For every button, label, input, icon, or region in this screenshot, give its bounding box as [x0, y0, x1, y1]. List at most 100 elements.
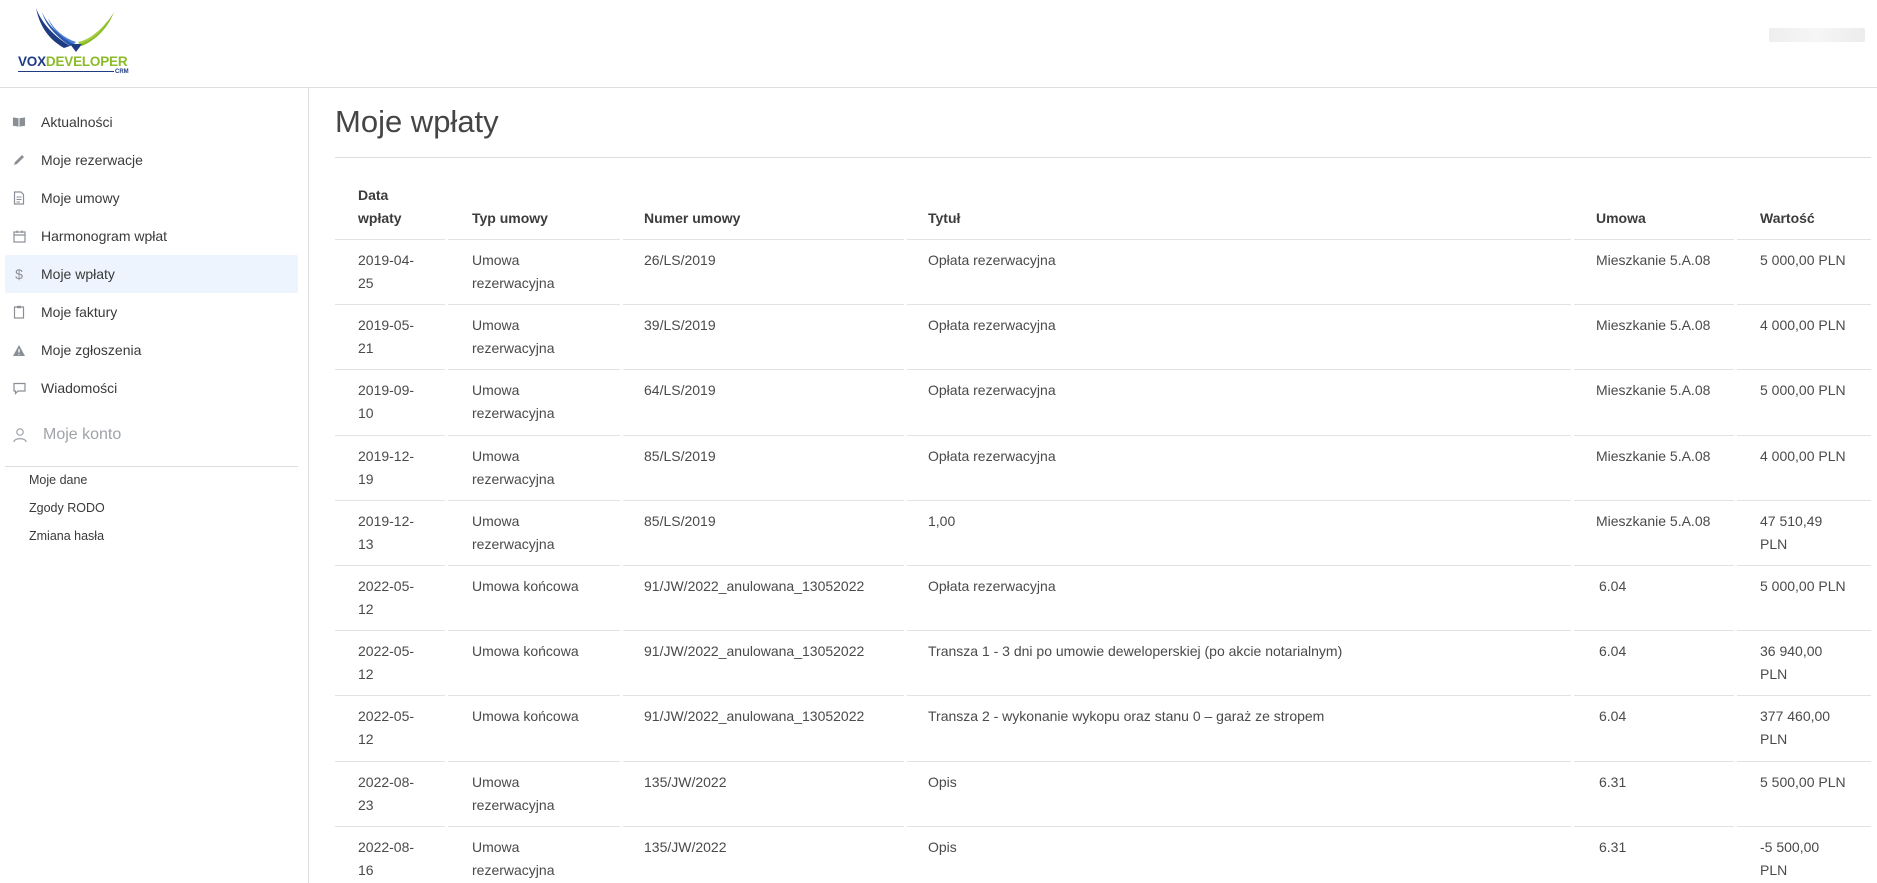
sidebar-item-moje-rezerwacje[interactable]: Moje rezerwacje	[5, 141, 298, 179]
cell-date: 2022-08- 23	[358, 771, 414, 817]
cell-date-line: 12	[358, 666, 374, 683]
row-divider	[448, 760, 620, 762]
cell-contract-type: Umowa rezerwacyjna	[472, 379, 554, 425]
cell-contract-number: 26/LS/2019	[644, 249, 716, 272]
cell-contract-type-line: rezerwacyjna	[472, 405, 555, 422]
cell-contract-type: Umowa końcowa	[472, 575, 579, 598]
cell-date: 2022-08- 16	[358, 836, 414, 882]
header-title[interactable]: Tytuł	[928, 207, 960, 230]
row-divider	[1574, 630, 1734, 632]
sidebar-item-zgody-rodo[interactable]: Zgody RODO	[29, 501, 105, 515]
row-divider	[335, 760, 445, 762]
header-date-line2: wpłaty	[358, 210, 402, 226]
row-divider	[623, 499, 904, 501]
cell-contract: Mieszkanie 5.A.08	[1596, 510, 1710, 533]
cell-contract-number-line: 85/LS/2019	[644, 512, 716, 529]
cell-date: 2019-12- 19	[358, 445, 414, 491]
cell-contract-number-line: 135/JW/2022	[644, 838, 727, 855]
cell-title: Opłata rezerwacyjna	[928, 249, 1056, 272]
cell-contract-line: 6.04	[1599, 708, 1627, 725]
sidebar-item-moje-dane[interactable]: Moje dane	[29, 473, 87, 487]
logo-crm-label: CRM	[115, 69, 129, 75]
cell-date-line: 2022-05-	[358, 708, 415, 725]
sidebar-item-label: Moje zgłoszenia	[41, 342, 142, 358]
sidebar-item-wiadomosci[interactable]: Wiadomości	[5, 369, 298, 407]
cell-contract-line: Mieszkanie 5.A.08	[1596, 317, 1711, 334]
cell-contract-number-line: 91/JW/2022_anulowana_13052022	[644, 708, 865, 725]
cell-contract-number: 91/JW/2022_anulowana_13052022	[644, 705, 864, 728]
cell-contract: Mieszkanie 5.A.08	[1596, 379, 1710, 402]
cell-contract: 6.04	[1599, 575, 1626, 598]
header-value[interactable]: Wartość	[1760, 207, 1815, 230]
header-date[interactable]: Data wpłaty	[358, 184, 402, 230]
cell-title-line: Transza 2 - wykonanie wykopu oraz stanu …	[928, 708, 1325, 725]
header-contract[interactable]: Umowa	[1596, 207, 1646, 230]
voxdeveloper-logo[interactable]: VOXDEVELOPER CRM	[18, 6, 138, 78]
row-divider	[335, 825, 445, 827]
cell-value-line: PLN	[1760, 731, 1788, 748]
cell-value: 5 000,00 PLN	[1760, 249, 1846, 272]
user-icon	[12, 427, 28, 443]
header-contract-number[interactable]: Numer umowy	[644, 207, 740, 230]
cell-contract-type: Umowa rezerwacyjna	[472, 510, 554, 556]
cell-value: 36 940,00 PLN	[1760, 640, 1822, 686]
calendar-icon	[12, 229, 26, 243]
cell-contract-type: Umowa rezerwacyjna	[472, 445, 554, 491]
cell-value-line: 36 940,00	[1760, 643, 1823, 660]
header-contract-type[interactable]: Typ umowy	[472, 207, 548, 230]
cell-value-line: 5 000,00 PLN	[1760, 578, 1846, 594]
cell-contract-line: 6.04	[1599, 578, 1627, 594]
divider	[5, 466, 298, 467]
row-divider	[1574, 760, 1734, 762]
cell-title: Transza 2 - wykonanie wykopu oraz stanu …	[928, 705, 1324, 728]
row-divider	[1737, 825, 1871, 827]
cell-title: 1,00	[928, 510, 955, 533]
row-divider	[1574, 695, 1734, 697]
cell-title: Opis	[928, 836, 957, 859]
row-divider	[1737, 369, 1871, 371]
cell-date: 2019-05- 21	[358, 314, 414, 360]
cell-contract-line: Mieszkanie 5.A.08	[1596, 252, 1711, 268]
cell-contract-number: 39/LS/2019	[644, 314, 716, 337]
sidebar-item-label: Harmonogram wpłat	[41, 228, 168, 244]
row-divider	[335, 695, 445, 697]
cell-value: 5 000,00 PLN	[1760, 575, 1846, 598]
sidebar-item-zmiana-hasla[interactable]: Zmiana hasła	[29, 529, 104, 543]
cell-contract-type-line: rezerwacyjna	[472, 796, 555, 813]
cell-contract-number: 135/JW/2022	[644, 836, 727, 859]
cell-contract-number: 91/JW/2022_anulowana_13052022	[644, 575, 864, 598]
sidebar-item-moje-wplaty[interactable]: $ Moje wpłaty	[5, 255, 298, 293]
row-divider	[1737, 304, 1871, 306]
cell-contract-number-line: 91/JW/2022_anulowana_13052022	[644, 643, 865, 660]
cell-date-line: 12	[358, 731, 374, 748]
sidebar-item-moje-faktury[interactable]: Moje faktury	[5, 293, 298, 331]
cell-value: 4 000,00 PLN	[1760, 445, 1846, 468]
row-divider	[1574, 369, 1734, 371]
cell-contract-number-line: 64/LS/2019	[644, 382, 716, 399]
cell-contract: 6.04	[1599, 640, 1626, 663]
cell-date-line: 21	[358, 340, 374, 357]
top-bar: VOXDEVELOPER CRM	[0, 0, 1877, 88]
row-divider	[907, 760, 1571, 762]
row-divider	[448, 434, 620, 436]
row-divider	[1737, 434, 1871, 436]
sidebar-item-aktualnosci[interactable]: Aktualności	[5, 103, 298, 141]
row-divider	[335, 565, 445, 566]
cell-contract: 6.04	[1599, 705, 1626, 728]
user-menu[interactable]	[1769, 28, 1865, 42]
cell-value: 377 460,00 PLN	[1760, 705, 1830, 751]
cell-title: Opis	[928, 771, 957, 794]
cell-contract-type-line: rezerwacyjna	[472, 275, 555, 291]
cell-contract: 6.31	[1599, 771, 1626, 794]
sidebar-item-moje-umowy[interactable]: Moje umowy	[5, 179, 298, 217]
row-divider	[1737, 760, 1871, 762]
cell-contract-type: Umowa rezerwacyjna	[472, 771, 554, 817]
cell-value-line: -5 500,00	[1760, 838, 1820, 855]
cell-date-line: 10	[358, 405, 374, 422]
sidebar-item-moje-zgloszenia[interactable]: Moje zgłoszenia	[5, 331, 298, 369]
account-section-header[interactable]: Moje konto	[5, 418, 298, 452]
title-divider	[335, 157, 1871, 158]
cell-title-line: Opłata rezerwacyjna	[928, 447, 1056, 464]
sidebar-item-label: Moje faktury	[41, 304, 118, 320]
sidebar-item-harmonogram-wplat[interactable]: Harmonogram wpłat	[5, 217, 298, 255]
